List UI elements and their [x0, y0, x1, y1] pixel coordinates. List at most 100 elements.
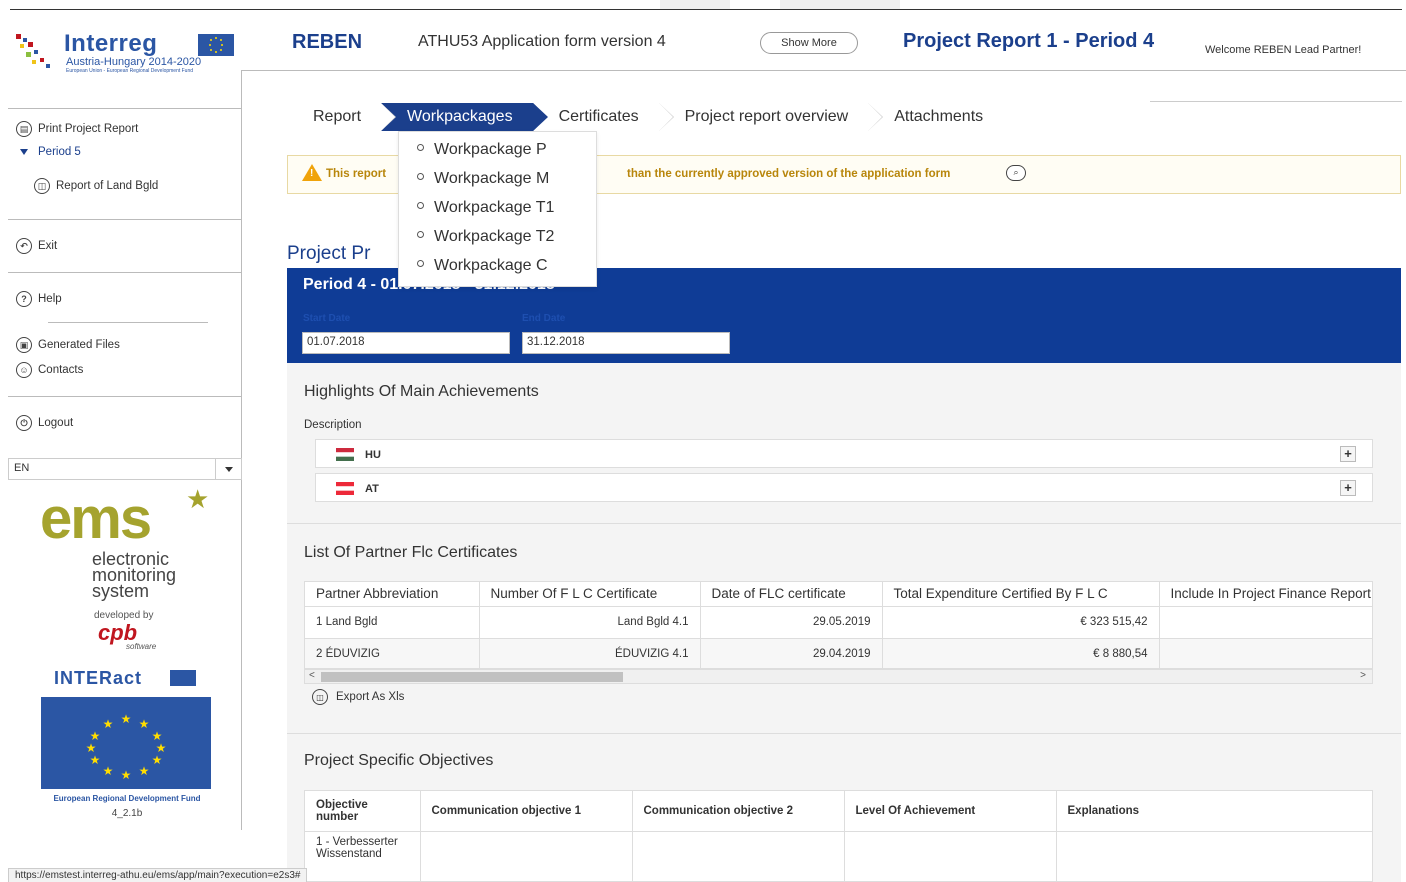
report-tabs: Report Workpackages Certificates Project… [287, 103, 1004, 131]
table-row[interactable]: 1 Land Bgld Land Bgld 4.1 29.05.2019 € 3… [305, 606, 1372, 639]
help-icon: ? [16, 291, 32, 307]
description-at-row[interactable]: AT + [315, 473, 1373, 502]
tab-workpackages[interactable]: Workpackages [381, 103, 548, 131]
svg-text:★: ★ [121, 712, 132, 726]
eu-flag-icon [198, 34, 234, 56]
end-date-field[interactable]: 31.12.2018 [522, 332, 730, 354]
expand-icon[interactable]: + [1340, 480, 1356, 496]
start-date-label: Start Date [303, 313, 351, 324]
search-icon[interactable]: ⌕ [1006, 165, 1026, 181]
column-header[interactable]: Communication objective 1 [420, 791, 633, 832]
tab-certificates[interactable]: Certificates [532, 103, 674, 131]
chevron-down-icon[interactable] [215, 459, 241, 479]
column-header[interactable]: Communication objective 2 [632, 791, 845, 832]
objectives-title: Project Specific Objectives [304, 752, 494, 769]
workpackages-dropdown: Workpackage P Workpackage M Workpackage … [398, 131, 597, 287]
caret-down-icon [20, 149, 28, 155]
description-hu-row[interactable]: HU + [315, 439, 1373, 468]
horizontal-scrollbar[interactable]: < > [304, 669, 1373, 684]
tab-report[interactable]: Report [287, 103, 397, 131]
sidebar-item-label: Period 5 [38, 146, 81, 158]
chevron-left-icon[interactable]: < [309, 670, 315, 681]
column-header[interactable]: Total Expenditure Certified By F L C [882, 582, 1160, 607]
interact-logo: INTERact [54, 668, 143, 688]
sidebar-item-print[interactable]: ▤ Print Project Report [16, 121, 138, 137]
workpackage-t2-item[interactable]: Workpackage T2 [417, 228, 554, 246]
cpb-subtitle: software [126, 642, 157, 651]
workpackage-c-item[interactable]: Workpackage C [417, 257, 548, 275]
warning-text: This report [326, 168, 387, 180]
svg-text:★: ★ [121, 768, 132, 782]
bullet-icon [417, 173, 424, 181]
sidebar-item-label: Generated Files [38, 339, 120, 351]
bullet-icon [417, 144, 424, 152]
interreg-mark-icon [16, 34, 50, 68]
back-icon: ↶ [16, 238, 32, 254]
svg-text:★: ★ [103, 717, 114, 731]
scrollbar-thumb[interactable] [321, 672, 623, 682]
top-shade [660, 0, 730, 9]
table-cell [420, 831, 633, 881]
tabs-divider [1150, 101, 1402, 102]
sidebar-item-label: Exit [38, 240, 58, 252]
ems-logo: ems ★ electronic monitoring system [40, 484, 220, 600]
column-header[interactable]: Objective number [305, 791, 421, 832]
power-icon: ⏻ [16, 415, 32, 431]
table-cell: € 8 880,54 [882, 638, 1160, 668]
table-cell: 29.04.2019 [700, 638, 883, 668]
export-icon: ◫ [312, 689, 328, 705]
column-header[interactable]: Number Of F L C Certificate [479, 582, 701, 607]
workpackage-m-item[interactable]: Workpackage M [417, 170, 549, 188]
start-date-field[interactable]: 01.07.2018 [302, 332, 510, 354]
svg-text:★: ★ [90, 753, 101, 767]
warning-text: than the currently approved version of t… [627, 168, 951, 180]
chevron-right-icon[interactable]: > [1360, 670, 1366, 681]
export-xls-button[interactable]: ◫ Export As Xls [312, 689, 404, 705]
tab-attachments[interactable]: Attachments [868, 103, 1004, 131]
column-header[interactable]: Partner Abbreviation [305, 582, 480, 607]
sidebar-item-label: Logout [38, 417, 74, 429]
sidebar-item-help[interactable]: ? Help [16, 291, 62, 307]
sidebar-item-label: Report of Land Bgld [56, 180, 159, 192]
workpackage-label: Workpackage M [434, 170, 550, 187]
table-row[interactable]: 2 ÉDUVIZIG ÉDUVIZIG 4.1 29.04.2019 € 8 8… [305, 638, 1372, 668]
export-label: Export As Xls [336, 691, 405, 703]
app-name: REBEN [292, 31, 363, 53]
table-cell: Land Bgld 4.1 [479, 606, 701, 639]
table-row[interactable]: 1 - Verbesserter Wissenstand [305, 831, 1372, 881]
star-icon: ★ [186, 484, 210, 514]
sidebar-divider [8, 272, 242, 273]
column-header[interactable]: Include In Project Finance Report [1159, 582, 1372, 607]
ems-wordmark: ems [40, 486, 152, 551]
logo-subtitle: Austria-Hungary 2014-2020 [66, 56, 202, 68]
column-header[interactable]: Level Of Achievement [844, 791, 1057, 832]
column-header[interactable]: Explanations [1056, 791, 1372, 832]
tab-project-report-overview[interactable]: Project report overview [658, 103, 883, 131]
sidebar-item-logout[interactable]: ⏻ Logout [16, 415, 73, 431]
header-divider [242, 70, 1406, 71]
contacts-icon: ☺ [16, 362, 32, 378]
sidebar-item-exit[interactable]: ↶ Exit [16, 238, 57, 254]
svg-text:★: ★ [152, 753, 163, 767]
status-url: https://emstest.interreg-athu.eu/ems/app… [8, 868, 308, 882]
language-select[interactable]: EN [8, 458, 242, 480]
column-header[interactable]: Date of FLC certificate [700, 582, 883, 607]
sidebar-item-contacts[interactable]: ☺ Contacts [16, 362, 83, 378]
flc-certificates-table: Partner Abbreviation Number Of F L C Cer… [304, 581, 1373, 669]
table-cell: € 323 515,42 [882, 606, 1160, 639]
sidebar-item-report-of[interactable]: ◫ Report of Land Bgld [34, 178, 158, 194]
sidebar-item-generated-files[interactable]: ▣ Generated Files [16, 337, 120, 353]
bullet-icon [417, 260, 424, 268]
application-form-title: ATHU53 Application form version 4 [418, 33, 666, 50]
sidebar-item-label: Contacts [38, 364, 84, 376]
workpackage-t1-item[interactable]: Workpackage T1 [417, 199, 554, 217]
welcome-message: Welcome REBEN Lead Partner! [1205, 44, 1362, 56]
workpackage-p-item[interactable]: Workpackage P [417, 141, 547, 159]
sidebar-item-period[interactable]: Period 5 [20, 146, 81, 158]
highlights-title: Highlights Of Main Achievements [304, 383, 539, 400]
table-cell: 1 Land Bgld [305, 606, 480, 639]
erdf-label: European Regional Development Fund [53, 794, 201, 803]
table-cell [1159, 606, 1372, 639]
show-more-button[interactable]: Show More [760, 32, 858, 54]
expand-icon[interactable]: + [1340, 446, 1356, 462]
